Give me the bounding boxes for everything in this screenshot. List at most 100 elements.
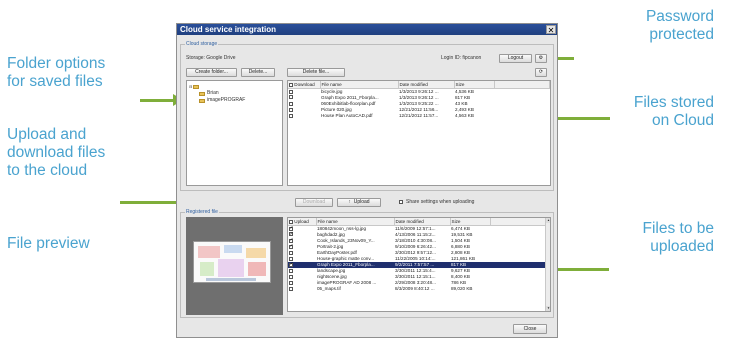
callout-upload-download: Upload and download files to the cloud xyxy=(7,126,105,180)
callout-files-stored: Files stored on Cloud xyxy=(634,94,714,130)
select-all-checkbox[interactable] xyxy=(289,219,293,224)
callout-line: protected xyxy=(649,26,714,43)
upload-button[interactable]: ↑ Upload xyxy=(337,198,381,207)
dialog-titlebar: Cloud service integration ✕ xyxy=(177,24,557,35)
download-button[interactable]: Download xyxy=(295,198,333,207)
folder-tree-list: ⊟ Brian imagePROGRAF xyxy=(187,81,282,106)
upload-button-label: Upload xyxy=(353,199,370,205)
tree-item-brian[interactable]: Brian xyxy=(189,90,280,97)
folder-tree[interactable]: ⊟ Brian imagePROGRAF xyxy=(186,80,283,186)
close-icon[interactable]: ✕ xyxy=(546,25,556,35)
callout-line: Files stored xyxy=(633,94,714,111)
column-header[interactable]: File name xyxy=(320,81,399,89)
preview-thumbnail xyxy=(193,241,271,283)
share-settings-checkbox[interactable] xyxy=(399,200,403,204)
column-header[interactable]: File name xyxy=(316,218,395,226)
scroll-up-icon[interactable]: ▲ xyxy=(546,218,550,223)
upload-checkbox[interactable] xyxy=(289,225,294,231)
tree-item-label: imagePROGRAF xyxy=(207,97,246,103)
upload-checkbox[interactable] xyxy=(289,231,294,237)
upload-checkbox[interactable] xyxy=(289,250,293,255)
folder-icon xyxy=(199,98,205,103)
download-checkbox[interactable] xyxy=(289,89,293,94)
column-header[interactable]: Download xyxy=(288,81,321,89)
upload-checkbox[interactable] xyxy=(289,243,294,249)
tree-item-imageprograf[interactable]: imagePROGRAF xyxy=(189,97,280,104)
table-row[interactable]: 05_maps.tif 8/3/2009 8:40:12 ... 89,020 KB xyxy=(288,286,546,292)
file-preview xyxy=(186,217,283,315)
delete-folder-button[interactable]: Delete... xyxy=(241,68,275,77)
registered-file-list[interactable]: Upload File name Date modified Size 1808… xyxy=(287,217,551,312)
select-all-checkbox[interactable] xyxy=(289,82,293,87)
callout-line: download files xyxy=(7,144,106,161)
file-name-cell: 05_maps.tif xyxy=(317,286,341,292)
callout-files-upload: Files to be uploaded xyxy=(642,220,714,256)
callout-line: on Cloud xyxy=(651,112,714,129)
callout-file-preview: File preview xyxy=(7,235,90,253)
download-checkbox[interactable] xyxy=(289,107,293,112)
callout-line: Password xyxy=(645,8,714,25)
callout-line: File preview xyxy=(7,235,90,252)
registered-file-rows: 180842moon_nss-lg.jpg11/6/2009 12:57:1..… xyxy=(288,225,546,292)
callout-folder-options: Folder options for saved files xyxy=(7,55,105,91)
column-label: Download xyxy=(294,81,315,87)
cloud-file-table: Download File name Date modified Size bi… xyxy=(288,81,550,118)
upload-checkbox[interactable] xyxy=(289,262,294,267)
download-checkbox[interactable] xyxy=(289,101,293,106)
delete-file-button[interactable]: Delete file... xyxy=(287,68,345,77)
column-header[interactable]: Size xyxy=(450,218,491,226)
upload-checkbox[interactable] xyxy=(289,281,293,286)
folder-icon xyxy=(193,84,200,89)
close-button[interactable]: Close xyxy=(513,324,547,334)
date-cell: 8/3/2009 8:40:12 ... xyxy=(395,286,435,292)
size-cell: 89,020 KB xyxy=(451,286,473,292)
callout-password: Password protected xyxy=(646,8,714,44)
download-checkbox[interactable] xyxy=(289,113,293,118)
registered-scrollbar[interactable]: ▲ ▼ xyxy=(545,218,550,311)
upload-checkbox[interactable] xyxy=(289,256,293,261)
cloud-storage-label: Cloud storage xyxy=(185,41,219,47)
folder-icon xyxy=(199,91,205,96)
column-header xyxy=(494,81,550,89)
logout-button[interactable]: Logout xyxy=(499,54,532,63)
create-folder-button[interactable]: Create folder... xyxy=(186,68,237,77)
column-label: Upload xyxy=(294,218,309,224)
cloud-file-list[interactable]: Download File name Date modified Size bi… xyxy=(287,80,551,186)
column-header[interactable]: Size xyxy=(454,81,495,89)
column-header[interactable]: Upload xyxy=(288,218,317,226)
size-cell: 4,563 KB xyxy=(455,112,474,118)
gear-icon[interactable]: ⚙ xyxy=(535,54,547,63)
tree-root[interactable]: ⊟ xyxy=(189,83,280,90)
storage-label: Storage: Google Drive xyxy=(186,55,236,61)
cloud-service-dialog: Cloud service integration ✕ Cloud storag… xyxy=(176,23,558,338)
upload-checkbox[interactable] xyxy=(289,275,293,280)
arrow-folder-options xyxy=(140,94,183,106)
upload-arrow-icon: ↑ xyxy=(348,199,351,205)
registered-file-label: Registered file xyxy=(185,209,219,215)
table-header: Upload File name Date modified Size xyxy=(288,218,546,226)
callout-line: for saved files xyxy=(7,73,103,90)
login-id-label: Login ID: fipcanon xyxy=(441,55,482,61)
dialog-title: Cloud service integration xyxy=(180,25,277,34)
table-row[interactable]: House Plan AutoCAD.pdf 12/21/2012 11:57.… xyxy=(288,112,550,118)
callout-line: to the cloud xyxy=(7,162,88,179)
registered-file-table: Upload File name Date modified Size 1808… xyxy=(288,218,546,292)
upload-checkbox[interactable] xyxy=(289,237,294,243)
callout-line: uploaded xyxy=(650,238,714,255)
column-header xyxy=(490,218,546,226)
column-header[interactable]: Date modified xyxy=(394,218,451,226)
upload-checkbox[interactable] xyxy=(289,287,293,292)
callout-line: Files to be xyxy=(642,220,714,237)
scroll-down-icon[interactable]: ▼ xyxy=(546,306,550,311)
callout-line: Upload and xyxy=(7,126,87,143)
share-settings-label: Share settings when uploading xyxy=(406,199,475,205)
file-name-cell: House Plan AutoCAD.pdf xyxy=(321,112,373,118)
date-cell: 12/21/2012 11:57... xyxy=(399,112,439,118)
table-header: Download File name Date modified Size xyxy=(288,81,550,89)
upload-checkbox[interactable] xyxy=(289,268,293,273)
refresh-icon[interactable]: ⟳ xyxy=(535,68,547,77)
callout-line: Folder options xyxy=(7,55,106,72)
tree-item-label: Brian xyxy=(207,90,219,96)
column-header[interactable]: Date modified xyxy=(398,81,455,89)
download-checkbox[interactable] xyxy=(289,95,293,100)
